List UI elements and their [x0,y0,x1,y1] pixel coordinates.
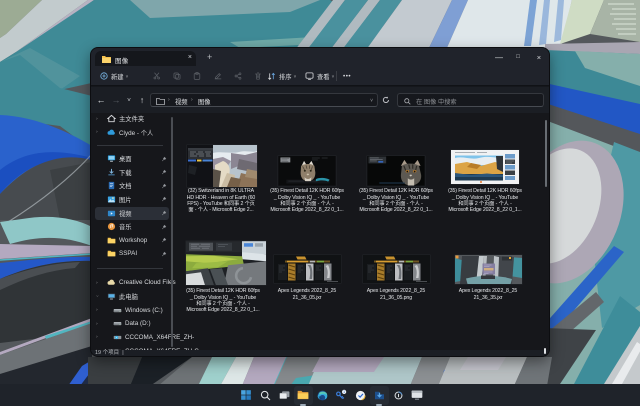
svg-text:1: 1 [343,390,345,394]
